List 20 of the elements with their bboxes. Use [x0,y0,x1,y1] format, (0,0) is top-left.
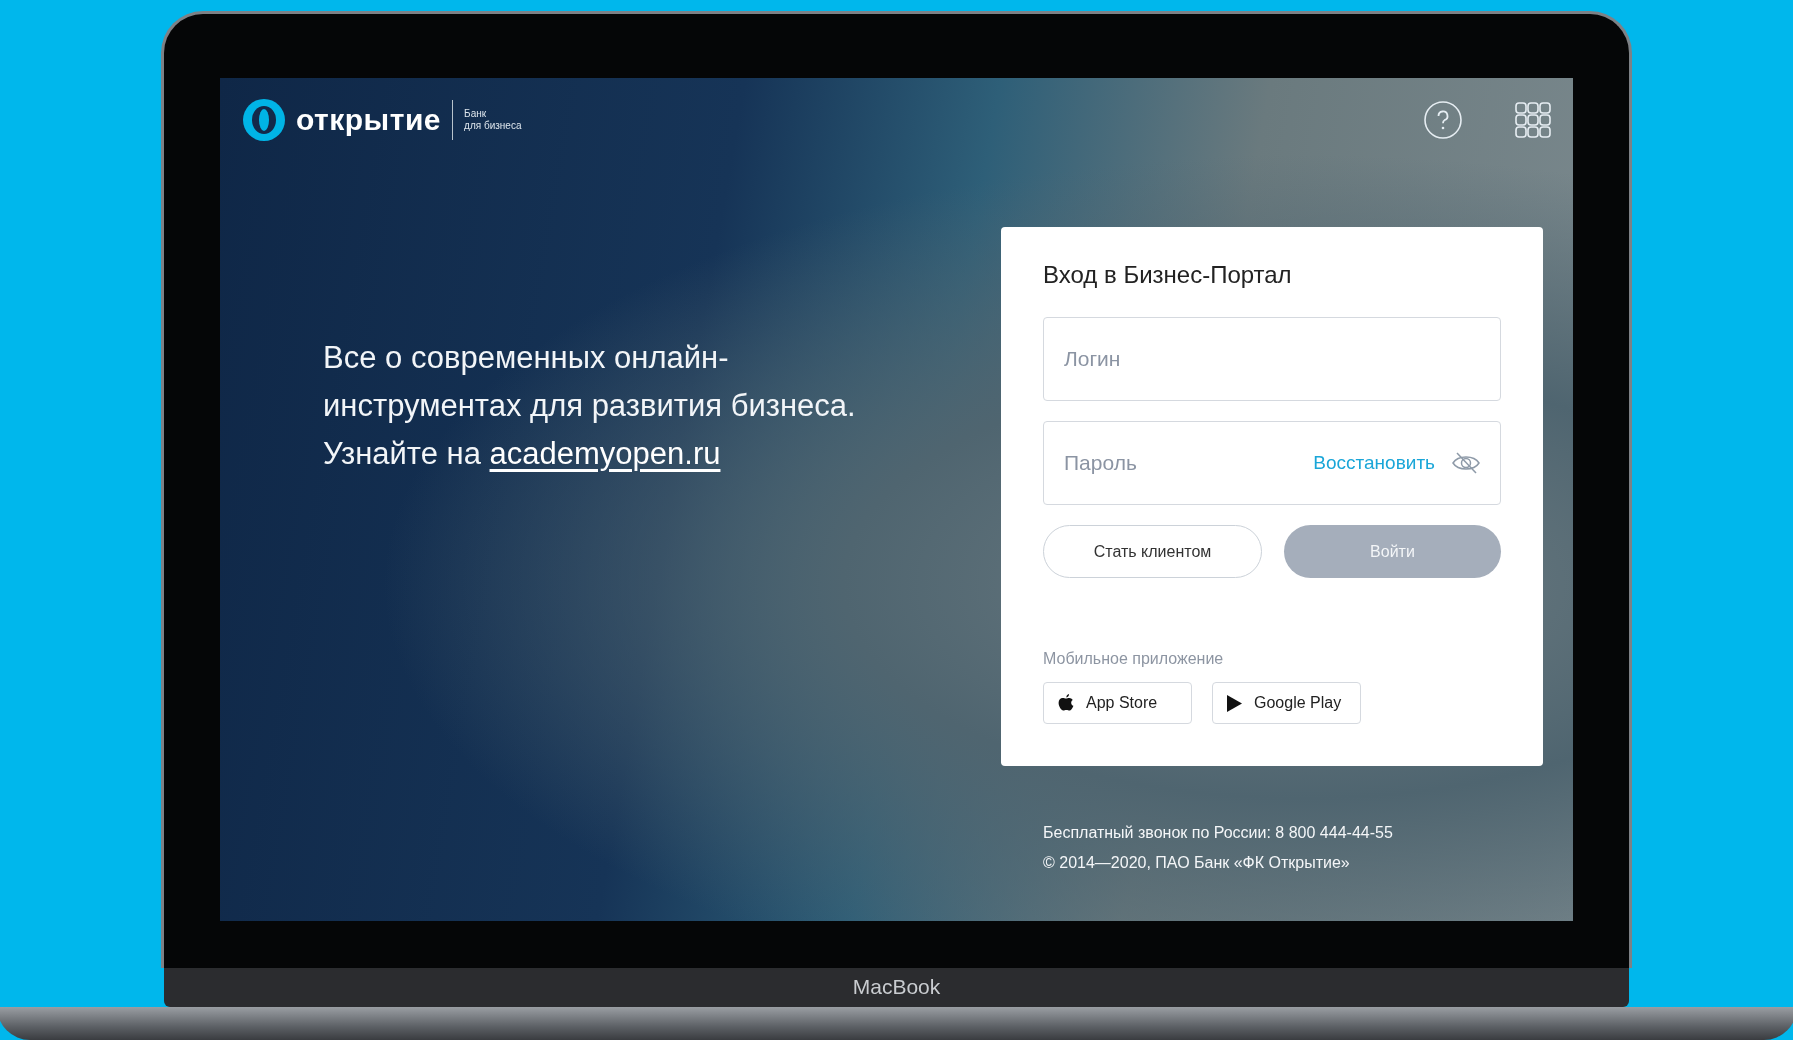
card-title: Вход в Бизнес-Портал [1043,261,1293,289]
apps-grid-icon[interactable] [1515,102,1551,138]
footer-text: © 2014—2020, ПАО Банк «ФК Открытие» [1043,854,1351,872]
login-field[interactable]: Логин [1043,317,1501,401]
logo-tagline: для бизнеса [464,120,522,132]
logo-tagline: Банк [464,108,488,120]
hidden-eye-icon[interactable] [1451,451,1481,475]
app-store-button[interactable]: App Store [1043,682,1192,724]
google-play-button[interactable]: Google Play [1212,682,1361,724]
logo-wordmark: открытие [296,103,442,137]
apple-icon [1058,693,1074,713]
promo-link[interactable]: academyopen.ru [489,436,721,471]
become-client-button[interactable]: Стать клиентом [1043,525,1262,578]
promo-text: Все о современных онлайн-инструментах для развития бизнеса. Узнайте на academyopen.ru [323,339,857,473]
device-label: MacBook [852,975,941,1000]
logo-icon [242,98,286,142]
footer-text: Бесплатный звонок по России: 8 800 444-44-55 [1043,824,1394,842]
help-icon[interactable] [1423,100,1463,140]
mobile-app-label: Мобильное приложение [1043,650,1225,668]
play-icon [1227,694,1242,712]
